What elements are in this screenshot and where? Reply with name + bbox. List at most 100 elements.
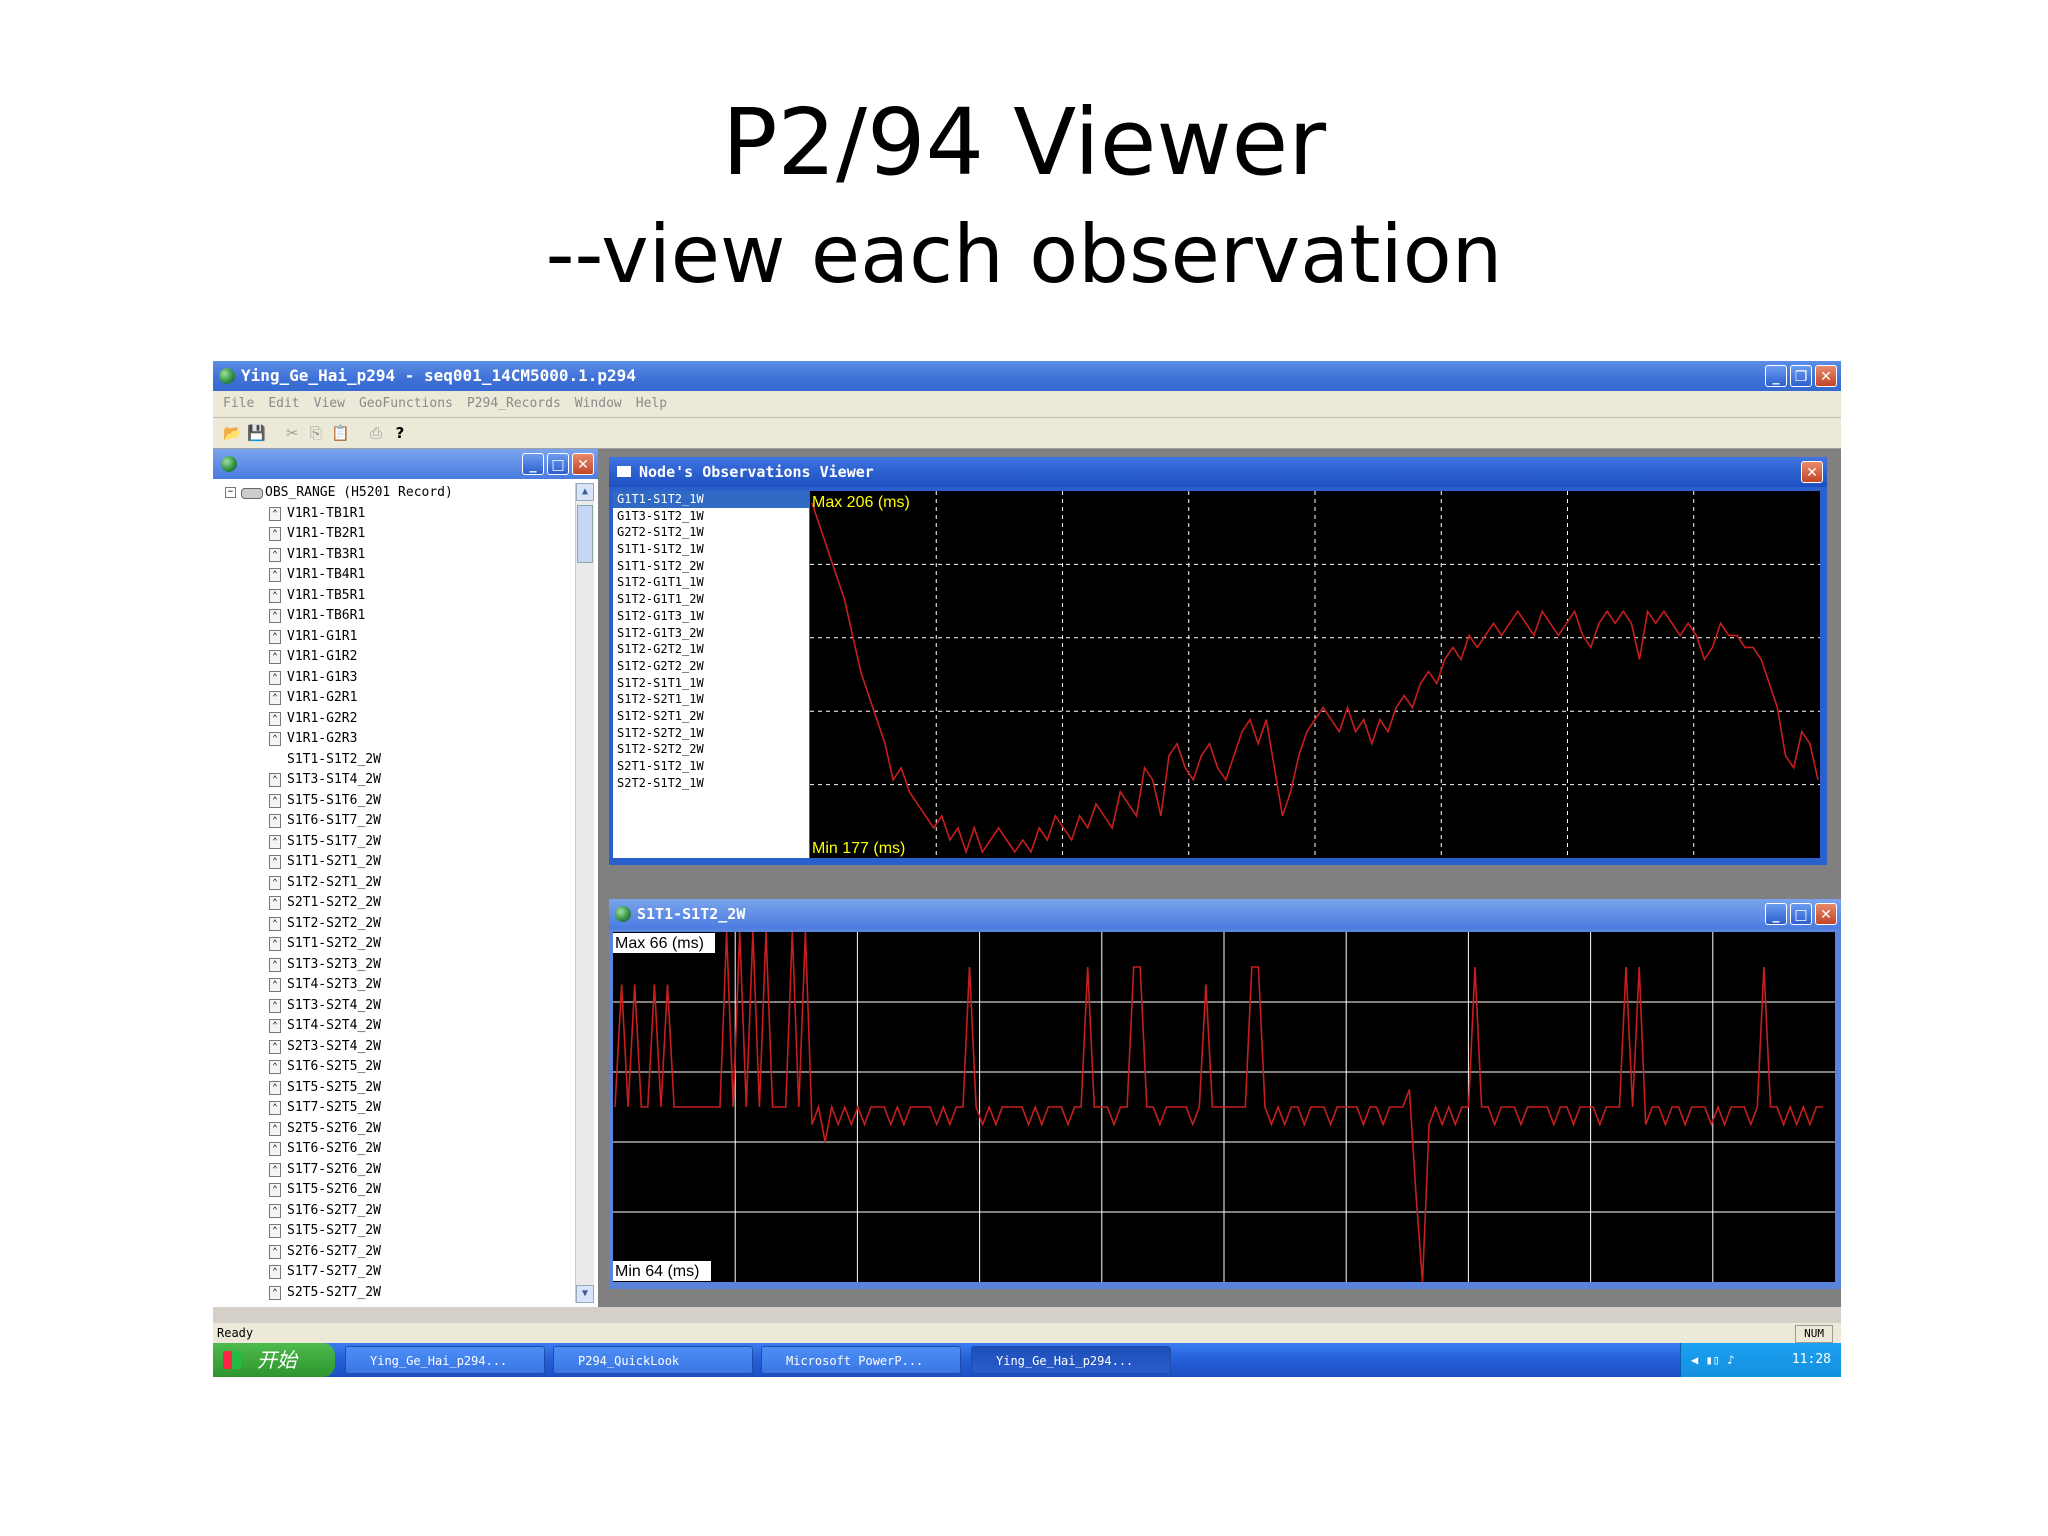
- tree-item[interactable]: ⌃ S1T6-S1T7_2W: [217, 811, 574, 832]
- tree-item[interactable]: ⌃ S1T5-S2T7_2W: [217, 1221, 574, 1242]
- observation-list-item[interactable]: S1T2-S2T1_1W: [613, 691, 809, 708]
- observation-list-item[interactable]: S1T2-G1T1_2W: [613, 591, 809, 608]
- save-icon[interactable]: 💾: [247, 424, 266, 442]
- tree-item[interactable]: ⌃ V1R1-TB5R1: [217, 586, 574, 607]
- tray-icons[interactable]: ◀ ▮▯ ♪: [1691, 1343, 1734, 1377]
- paste-icon[interactable]: 📋: [331, 424, 350, 442]
- observation-list-item[interactable]: S1T2-G1T1_1W: [613, 574, 809, 591]
- start-button[interactable]: 开始: [213, 1343, 335, 1377]
- observation-list-item[interactable]: G1T1-S1T2_1W: [613, 491, 809, 508]
- tree-item-label: V1R1-G1R3: [287, 669, 358, 685]
- tree-item[interactable]: ⌃ V1R1-G1R2: [217, 647, 574, 668]
- tree-item[interactable]: ⌃ S1T5-S1T6_2W: [217, 791, 574, 812]
- obs-maximize-button[interactable]: □: [1790, 903, 1812, 925]
- tree-item[interactable]: ⌃ S2T3-S2T4_2W: [217, 1037, 574, 1058]
- tree-item[interactable]: ⌃ S2T6-S2T7_2W: [217, 1242, 574, 1263]
- observation-icon: ⌃: [269, 916, 281, 931]
- tree-item[interactable]: ⌃ V1R1-TB4R1: [217, 565, 574, 586]
- tree-item[interactable]: ⌃ S1T3-S2T4_2W: [217, 996, 574, 1017]
- observation-list-item[interactable]: S1T2-G1T3_1W: [613, 608, 809, 625]
- tree-item[interactable]: S1T1-S1T2_2W: [217, 750, 574, 771]
- tree-item[interactable]: ⌃ V1R1-G2R2: [217, 709, 574, 730]
- observation-list-item[interactable]: S1T2-G2T2_1W: [613, 641, 809, 658]
- tree-item[interactable]: ⌃ V1R1-TB1R1: [217, 504, 574, 525]
- tree-item[interactable]: ⌃ S2T1-S2T2_2W: [217, 893, 574, 914]
- observation-list-item[interactable]: S1T1-S1T2_1W: [613, 541, 809, 558]
- obs-window-titlebar[interactable]: S1T1-S1T2_2W _ □ ✕: [609, 899, 1841, 929]
- taskbar-item[interactable]: Microsoft PowerP...: [761, 1346, 961, 1374]
- collapse-icon[interactable]: −: [225, 487, 236, 498]
- tree-item[interactable]: ⌃ S1T7-S2T7_2W: [217, 1262, 574, 1283]
- observation-list-item[interactable]: S1T2-G2T2_2W: [613, 658, 809, 675]
- observation-list-item[interactable]: S1T2-G1T3_2W: [613, 625, 809, 642]
- observation-list-item[interactable]: S1T1-S1T2_2W: [613, 558, 809, 575]
- tree-item[interactable]: ⌃ V1R1-G2R1: [217, 688, 574, 709]
- tree-item[interactable]: ⌃ V1R1-G1R3: [217, 668, 574, 689]
- menu-item-window[interactable]: Window: [575, 396, 622, 411]
- tree-item[interactable]: ⌃ S2T5-S2T7_2W: [217, 1283, 574, 1304]
- cut-icon[interactable]: ✂: [283, 424, 301, 442]
- obs-minimize-button[interactable]: _: [1765, 903, 1787, 925]
- observation-list-item[interactable]: S1T2-S2T2_1W: [613, 725, 809, 742]
- open-folder-icon[interactable]: 📂: [223, 424, 242, 442]
- print-icon[interactable]: ⎙: [367, 424, 385, 442]
- observation-list-item[interactable]: G2T2-S1T2_1W: [613, 524, 809, 541]
- menu-item-view[interactable]: View: [314, 396, 345, 411]
- tree-item[interactable]: ⌃ V1R1-G2R3: [217, 729, 574, 750]
- copy-icon[interactable]: ⎘: [307, 424, 325, 442]
- menu-item-file[interactable]: File: [223, 396, 254, 411]
- observation-list-item[interactable]: S2T2-S1T2_1W: [613, 775, 809, 792]
- tree-maximize-button[interactable]: □: [547, 453, 569, 475]
- tree-item[interactable]: ⌃ S1T2-S2T1_2W: [217, 873, 574, 894]
- tree-item[interactable]: ⌃ S1T4-S2T4_2W: [217, 1016, 574, 1037]
- restore-button[interactable]: ❐: [1790, 365, 1812, 387]
- tree-minimize-button[interactable]: _: [522, 453, 544, 475]
- tree-item[interactable]: ⌃ V1R1-TB3R1: [217, 545, 574, 566]
- tree-close-button[interactable]: ✕: [572, 453, 594, 475]
- menu-item-p294-records[interactable]: P294_Records: [467, 396, 561, 411]
- taskbar-item[interactable]: P294_QuickLook: [553, 1346, 753, 1374]
- minimize-button[interactable]: _: [1765, 365, 1787, 387]
- help-icon[interactable]: ?: [391, 424, 409, 442]
- taskbar-item[interactable]: Ying_Ge_Hai_p294...: [971, 1346, 1171, 1374]
- tree-item[interactable]: ⌃ V1R1-TB2R1: [217, 524, 574, 545]
- observation-list-item[interactable]: S1T2-S1T1_1W: [613, 675, 809, 692]
- tree-pane-titlebar[interactable]: _ □ ✕: [213, 449, 598, 479]
- observation-list-item[interactable]: S1T2-S2T2_2W: [613, 741, 809, 758]
- observation-list-item[interactable]: S2T1-S1T2_1W: [613, 758, 809, 775]
- tree-item-label: S1T2-S2T2_2W: [287, 915, 381, 931]
- observation-list-item[interactable]: S1T2-S2T1_2W: [613, 708, 809, 725]
- observation-list-item[interactable]: G1T3-S1T2_1W: [613, 508, 809, 525]
- tree-item[interactable]: ⌃ V1R1-G1R1: [217, 627, 574, 648]
- menu-item-edit[interactable]: Edit: [268, 396, 299, 411]
- tree-item[interactable]: ⌃ S2T5-S2T6_2W: [217, 1119, 574, 1140]
- tree-root[interactable]: − OBS_RANGE (H5201 Record): [217, 483, 574, 504]
- obs-close-button[interactable]: ✕: [1815, 903, 1837, 925]
- app-titlebar[interactable]: Ying_Ge_Hai_p294 - seq001_14CM5000.1.p29…: [213, 361, 1841, 391]
- taskbar-item[interactable]: Ying_Ge_Hai_p294...: [345, 1346, 545, 1374]
- tree-item[interactable]: ⌃ S1T3-S1T4_2W: [217, 770, 574, 791]
- close-button[interactable]: ✕: [1815, 365, 1837, 387]
- tree-item[interactable]: ⌃ S1T6-S2T6_2W: [217, 1139, 574, 1160]
- tree-item[interactable]: ⌃ S1T7-S2T6_2W: [217, 1160, 574, 1181]
- menu-item-geofunctions[interactable]: GeoFunctions: [359, 396, 453, 411]
- tree-item[interactable]: ⌃ S1T3-S2T3_2W: [217, 955, 574, 976]
- tree-item[interactable]: ⌃ S1T6-S2T7_2W: [217, 1201, 574, 1222]
- scroll-thumb[interactable]: [577, 505, 593, 563]
- scroll-down-icon[interactable]: ▼: [576, 1285, 594, 1303]
- tree-item[interactable]: ⌃ S1T5-S2T5_2W: [217, 1078, 574, 1099]
- tree-scrollbar[interactable]: ▲ ▼: [575, 483, 594, 1303]
- tree-item[interactable]: ⌃ S1T4-S2T3_2W: [217, 975, 574, 996]
- scroll-up-icon[interactable]: ▲: [576, 483, 594, 501]
- tree-item[interactable]: ⌃ S1T1-S2T1_2W: [217, 852, 574, 873]
- menu-item-help[interactable]: Help: [636, 396, 667, 411]
- tree-item[interactable]: ⌃ S1T5-S2T6_2W: [217, 1180, 574, 1201]
- tree-item[interactable]: ⌃ V1R1-TB6R1: [217, 606, 574, 627]
- node-viewer-close-button[interactable]: ✕: [1801, 461, 1823, 483]
- tree-item[interactable]: ⌃ S1T2-S2T2_2W: [217, 914, 574, 935]
- node-viewer-titlebar[interactable]: Node's Observations Viewer ✕: [609, 457, 1827, 487]
- tree-item[interactable]: ⌃ S1T7-S2T5_2W: [217, 1098, 574, 1119]
- tree-item[interactable]: ⌃ S1T1-S2T2_2W: [217, 934, 574, 955]
- tree-item[interactable]: ⌃ S1T6-S2T5_2W: [217, 1057, 574, 1078]
- tree-item[interactable]: ⌃ S1T5-S1T7_2W: [217, 832, 574, 853]
